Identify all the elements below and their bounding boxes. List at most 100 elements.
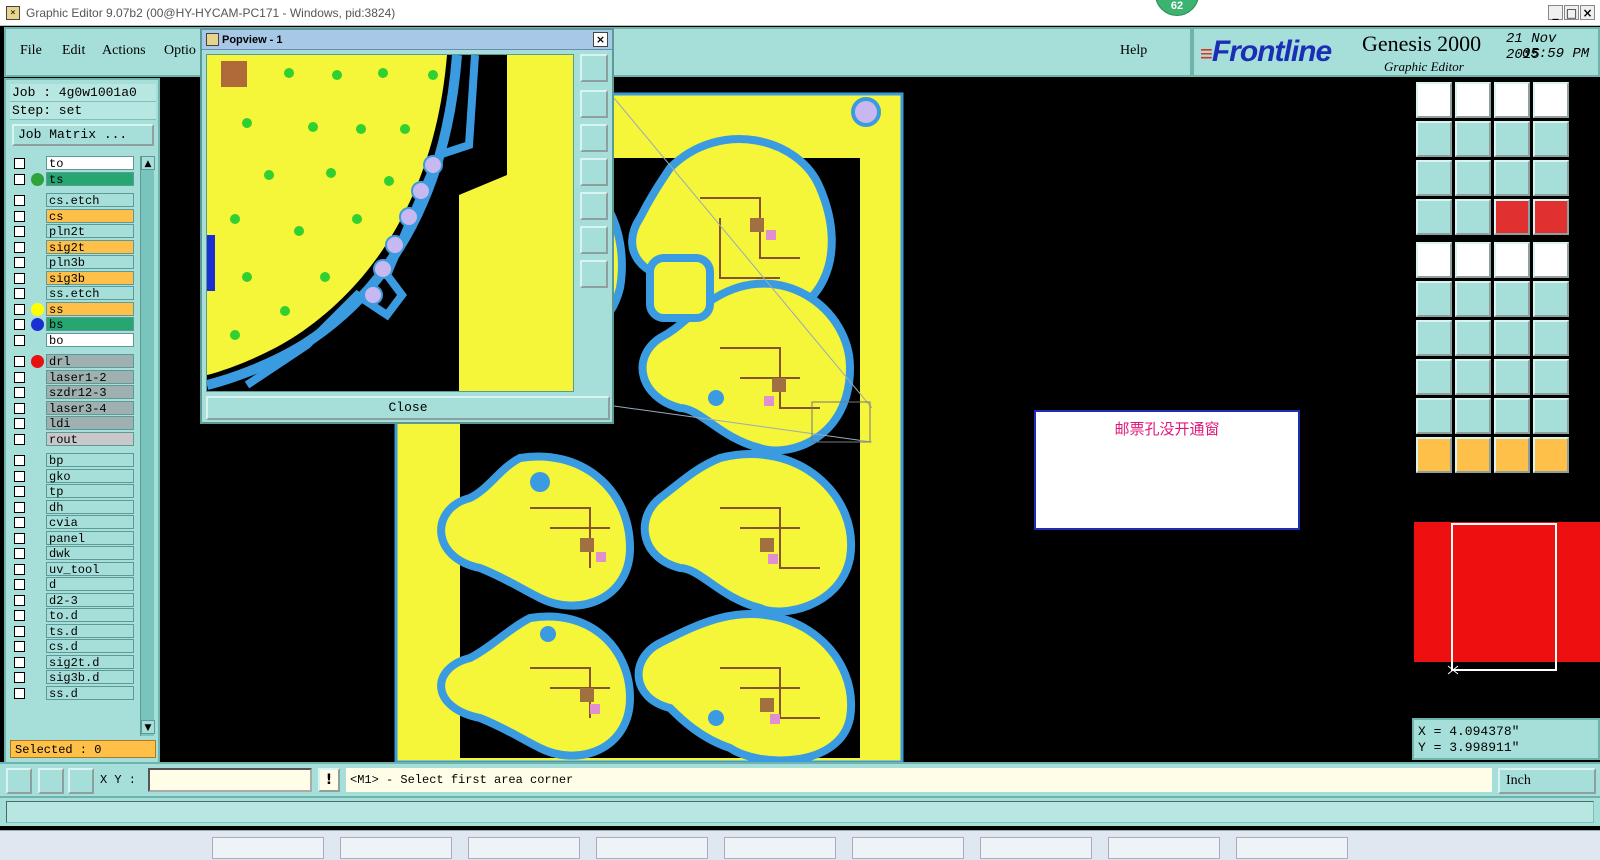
layer-name[interactable]: ss: [46, 301, 134, 317]
layer-checkbox[interactable]: [14, 319, 25, 330]
layer-name[interactable]: sig2t: [46, 239, 134, 255]
scroll-up-icon[interactable]: ▲: [141, 156, 155, 170]
pointer-box-icon[interactable]: [1455, 437, 1491, 473]
layer-name[interactable]: szdr12-3: [46, 385, 134, 400]
layer-name[interactable]: uv_tool: [46, 561, 134, 577]
xy-input[interactable]: [148, 768, 312, 792]
layer-checkbox[interactable]: [14, 173, 25, 185]
menu-edit[interactable]: Edit: [62, 43, 85, 59]
taskbar-item[interactable]: [596, 837, 708, 859]
layer-name[interactable]: bp: [46, 453, 134, 468]
layer-checkbox[interactable]: [14, 672, 25, 683]
layer-checkbox[interactable]: [14, 501, 25, 513]
layer-checkbox[interactable]: [14, 625, 25, 637]
layer-name[interactable]: bo: [46, 332, 134, 348]
popview-pan-left-icon[interactable]: [580, 158, 608, 186]
ruler-icon[interactable]: [1494, 242, 1530, 278]
menu-actions[interactable]: Actions: [102, 43, 146, 59]
layer-checkbox[interactable]: [14, 486, 25, 497]
layer-checkbox[interactable]: [14, 517, 25, 528]
layer-row-laser3-4[interactable]: laser3-4: [12, 400, 134, 416]
layer-name[interactable]: pln3b: [46, 255, 134, 270]
layer-row-panel[interactable]: panel: [12, 530, 134, 546]
layer-row-tp[interactable]: tp: [12, 484, 134, 499]
layer-name[interactable]: to: [46, 156, 134, 171]
step-icon[interactable]: [1494, 121, 1530, 157]
layer-name[interactable]: ss.etch: [46, 286, 134, 301]
angle-icon[interactable]: [1416, 320, 1452, 356]
layer-checkbox[interactable]: [14, 387, 25, 398]
layer-row-pln3b[interactable]: pln3b: [12, 255, 134, 270]
layer-name[interactable]: rout: [46, 431, 134, 447]
layer-name[interactable]: ts.d: [46, 623, 134, 639]
menu-options[interactable]: Optio: [164, 43, 196, 59]
layer-row-bp[interactable]: bp: [12, 453, 134, 468]
layer-name[interactable]: dwk: [46, 546, 134, 561]
layer-row-ss-etch[interactable]: ss.etch: [12, 286, 134, 301]
grid-icon[interactable]: [68, 768, 94, 794]
layer-checkbox[interactable]: [14, 548, 25, 559]
scroll-down-icon[interactable]: ▼: [141, 720, 155, 734]
popview-pan-up-icon[interactable]: [580, 90, 608, 118]
layer-checkbox[interactable]: [14, 687, 25, 699]
scale-one-icon[interactable]: [1494, 160, 1530, 196]
brush-icon[interactable]: [1416, 199, 1452, 235]
layer-checkbox[interactable]: [14, 418, 25, 429]
rotate-icon[interactable]: [1494, 320, 1530, 356]
layer-name[interactable]: sig3b: [46, 270, 134, 286]
layer-name[interactable]: d2-3: [46, 592, 134, 608]
dot-icon[interactable]: [1533, 242, 1569, 278]
layer-row-pln2t[interactable]: pln2t: [12, 224, 134, 239]
snap-icon[interactable]: [6, 768, 32, 794]
zoom-right-icon[interactable]: [1455, 121, 1491, 157]
fit-profile-icon[interactable]: [1455, 160, 1491, 196]
taskbar-item-active[interactable]: [1108, 837, 1220, 859]
fit-all-icon[interactable]: [1416, 160, 1452, 196]
zoom-left-icon[interactable]: [1416, 121, 1452, 157]
taskbar-item[interactable]: [852, 837, 964, 859]
alert-button[interactable]: !: [318, 768, 340, 792]
layer-row-gko[interactable]: gko: [12, 468, 134, 484]
popview-fit-icon[interactable]: [580, 54, 608, 82]
line-arrow-icon[interactable]: [1494, 281, 1530, 317]
overview-map[interactable]: [1414, 522, 1600, 682]
layer-checkbox[interactable]: [14, 594, 25, 606]
taskbar-item[interactable]: [340, 837, 452, 859]
layer-row-bs[interactable]: bs: [12, 317, 134, 332]
popview-close-button[interactable]: Close: [206, 396, 610, 420]
layer-checkbox[interactable]: [14, 158, 25, 169]
layer-checkbox[interactable]: [14, 371, 25, 383]
layer-row-d2-3[interactable]: d2-3: [12, 592, 134, 608]
layer-checkbox[interactable]: [14, 272, 25, 284]
taskbar-item[interactable]: [980, 837, 1092, 859]
layer-scrollbar[interactable]: ▲ ▼: [140, 156, 155, 736]
layer-row-ts-d[interactable]: ts.d: [12, 623, 134, 639]
layer-checkbox[interactable]: [14, 455, 25, 466]
layer-checkbox[interactable]: [14, 610, 25, 621]
triangle-c-icon[interactable]: [1533, 398, 1569, 434]
popview-pan-right-icon[interactable]: [580, 192, 608, 220]
layer-row-to[interactable]: to: [12, 156, 134, 171]
layer-name[interactable]: cs: [46, 208, 134, 224]
page-up-icon[interactable]: [1416, 82, 1452, 118]
minus-icon[interactable]: [1455, 359, 1491, 395]
layer-row-drl[interactable]: drl: [12, 354, 134, 369]
triangle-b-icon[interactable]: [1494, 398, 1530, 434]
layer-name[interactable]: cs.etch: [46, 193, 134, 208]
pointer-select-icon[interactable]: [1494, 437, 1530, 473]
triangle-icon[interactable]: [1416, 398, 1452, 434]
delete-cross-icon[interactable]: [1455, 281, 1491, 317]
home-icon[interactable]: [1494, 82, 1530, 118]
layer-row-ss-d[interactable]: ss.d: [12, 685, 134, 701]
layer-checkbox[interactable]: [14, 195, 25, 206]
layer-checkbox[interactable]: [14, 563, 25, 575]
traffic-alt-icon[interactable]: [1533, 199, 1569, 235]
layer-checkbox[interactable]: [14, 402, 25, 414]
taskbar-item[interactable]: [724, 837, 836, 859]
layer-name[interactable]: panel: [46, 530, 134, 546]
menu-help[interactable]: Help: [1120, 43, 1147, 59]
menu-icon[interactable]: [1533, 121, 1569, 157]
taskbar-item[interactable]: [468, 837, 580, 859]
align-icon[interactable]: [1533, 320, 1569, 356]
layer-checkbox[interactable]: [14, 257, 25, 268]
